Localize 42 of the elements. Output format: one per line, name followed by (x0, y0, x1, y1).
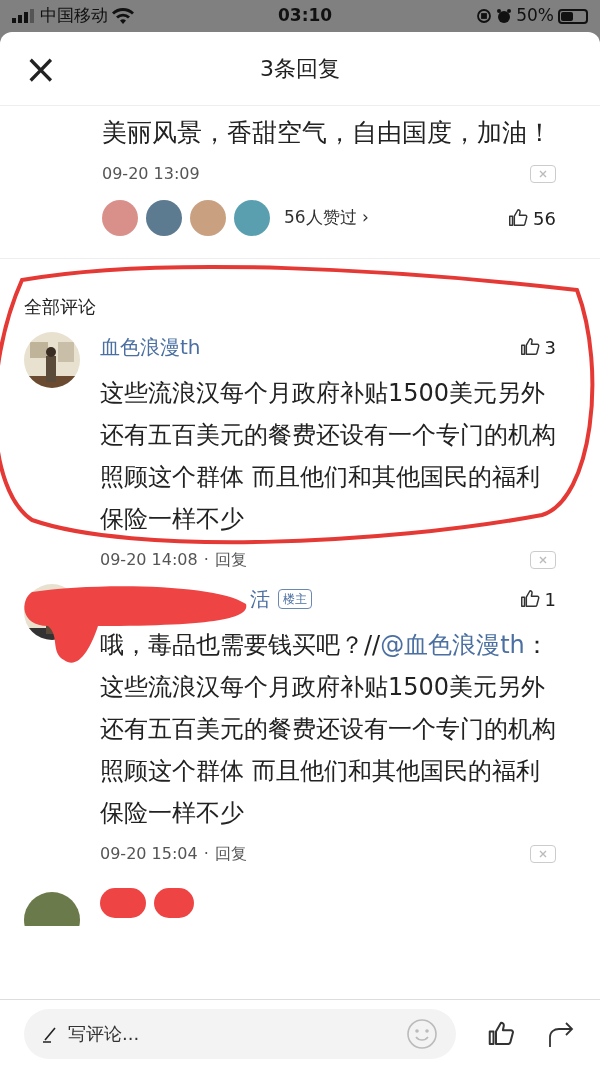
rotation-lock-icon (476, 8, 493, 24)
clock-time: 03:10 (278, 4, 333, 28)
user-name[interactable]: 血色浪漫th (100, 332, 201, 362)
close-button[interactable]: × (24, 48, 54, 89)
like-count: 56 (533, 206, 556, 231)
alarm-icon (496, 8, 513, 24)
dismiss-icon[interactable] (530, 165, 556, 183)
reply-time: 09-20 14:08 (100, 549, 198, 571)
comment-text: 美丽风景，香甜空气，自由国度，加油！ (102, 117, 553, 149)
dismiss-icon[interactable] (530, 551, 556, 569)
reply-time: 09-20 15:04 (100, 843, 198, 865)
likers-link[interactable]: 56人赞过 › (284, 205, 369, 231)
reply-text: 哦，毒品也需要钱买吧？//@血色浪漫th：这些流浪汉每个月政府补贴1500美元另外还有五百美元的餐费还设有一个专门的机构照顾这个群体 而且他们和其他国民的福利保险一样不少 (100, 630, 556, 829)
carrier-name: 中国移动 (40, 4, 108, 28)
like-count: 3 (544, 335, 556, 360)
reply-text: 这些流浪汉每个月政府补贴1500美元另外还有五百美元的餐费还设有一个专门的机构照顾这个群体 而且他们和其他国民的福利保险一样不少 (100, 378, 556, 535)
separator-dot: · (203, 549, 209, 571)
liker-avatar (102, 200, 138, 236)
signal-icon (12, 9, 36, 23)
comment-input[interactable]: 写评论... (24, 1008, 456, 1059)
liker-avatar (190, 200, 226, 236)
mention-link[interactable]: @血色浪漫th (380, 631, 525, 659)
separator-dot: · (203, 843, 209, 865)
battery-percent: 50% (516, 4, 554, 28)
like-count: 1 (544, 587, 556, 612)
thumbs-up-icon (518, 336, 541, 358)
avatar (24, 332, 80, 388)
liker-avatar (234, 200, 270, 236)
sheet-title: 3条回复 (259, 55, 341, 83)
comment-time: 09-20 13:09 (102, 163, 200, 185)
reply-link[interactable]: 回复 (214, 842, 247, 866)
reply-link[interactable]: 回复 (214, 548, 247, 572)
thumbs-up-icon (518, 588, 541, 610)
user-name[interactable]: 活 (250, 584, 270, 614)
dismiss-icon[interactable] (530, 845, 556, 863)
battery-icon (558, 8, 588, 24)
section-title: 全部评论 (24, 295, 97, 319)
liker-avatar (146, 200, 182, 236)
thumbs-up-icon (507, 207, 530, 229)
owner-badge: 楼主 (278, 589, 312, 609)
wifi-icon (112, 8, 134, 24)
smiley-icon[interactable] (406, 1017, 438, 1050)
